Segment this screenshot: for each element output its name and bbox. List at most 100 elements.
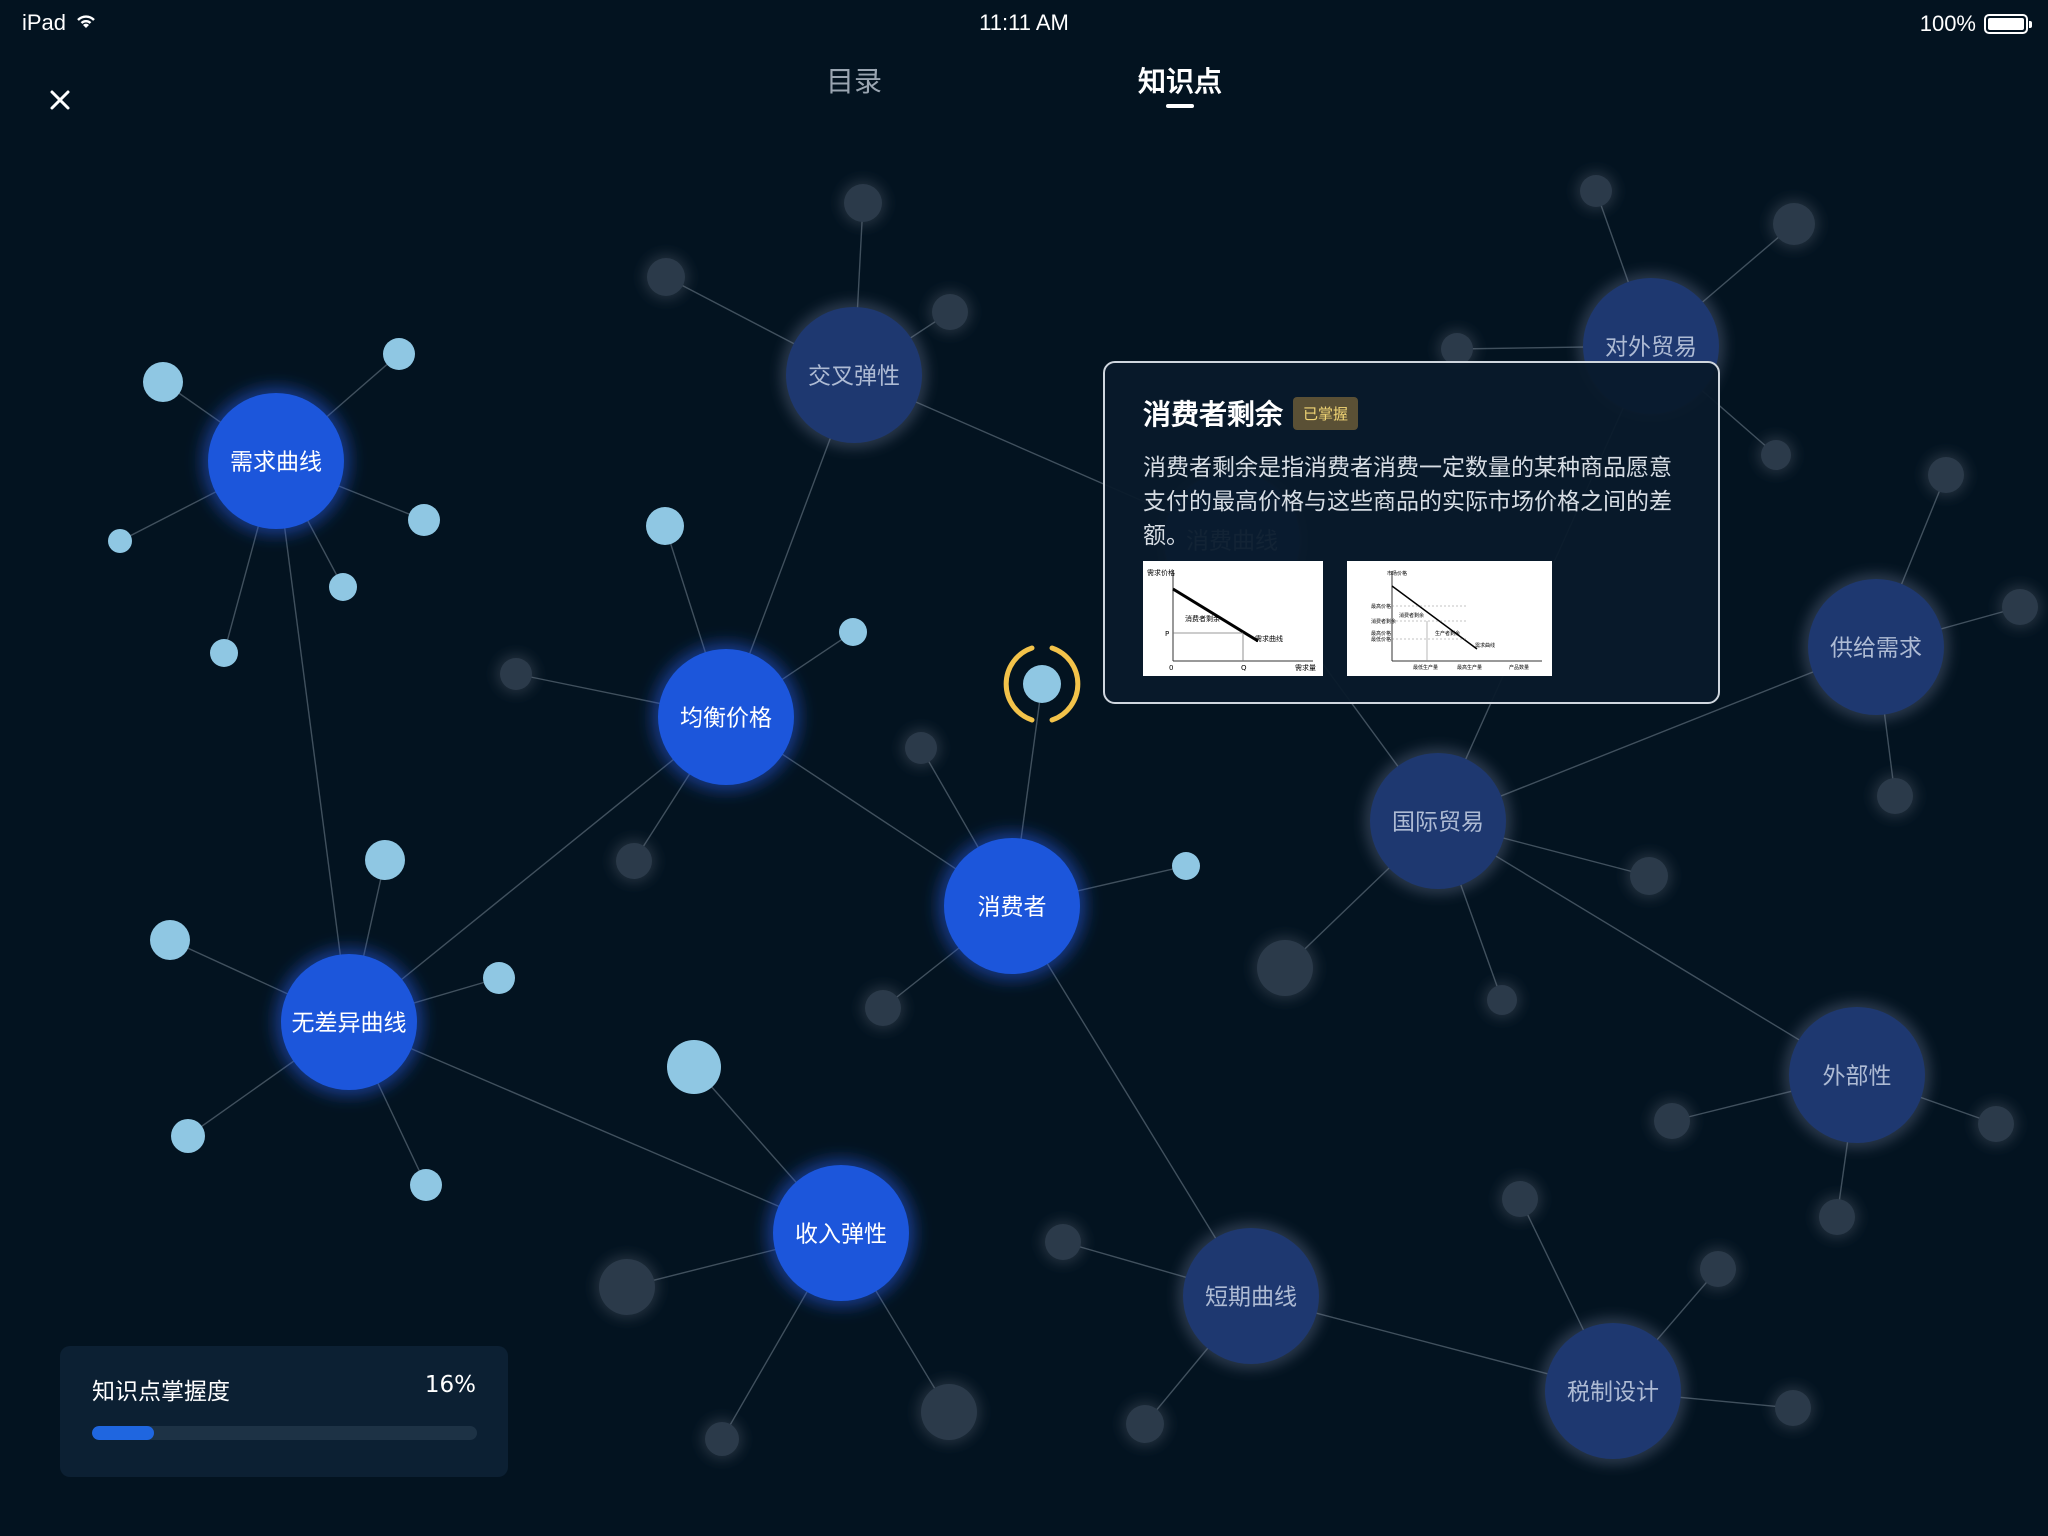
node-label: 消费者 [978,895,1047,921]
knowledge-node-indiff[interactable]: 无差异曲线 [275,948,423,1096]
leaf-node[interactable] [2002,589,2038,625]
mastery-percent: 16% [424,1372,476,1398]
leaf-node[interactable] [483,962,515,994]
diagram2-area-1: 消费者剩余 [1399,612,1424,619]
diagram2-xlabel-3: 产品数量 [1509,664,1529,671]
leaf-node[interactable] [844,184,882,222]
leaf-node[interactable] [905,732,937,764]
leaf-node[interactable] [1172,852,1200,880]
leaf-node[interactable] [1126,1405,1164,1443]
leaf-node[interactable] [1700,1251,1736,1287]
knowledge-node-supply[interactable]: 供给需求 [1802,573,1950,721]
diagram1-origin: 0 [1169,664,1173,672]
leaf-node[interactable] [932,294,968,330]
node-label: 收入弹性 [795,1222,887,1248]
knowledge-node-extern[interactable]: 外部性 [1783,1001,1931,1149]
leaf-node[interactable] [329,573,357,601]
leaf-node[interactable] [150,920,190,960]
knowledge-node-consumer[interactable]: 消费者 [938,832,1086,980]
diagram2-row-2: 消费者剩余 [1371,618,1396,625]
node-label: 国际贸易 [1392,810,1484,836]
leaf-node[interactable] [865,990,901,1026]
card-title: 消费者剩余 [1143,398,1284,431]
leaf-node[interactable] [1023,665,1061,703]
leaf-node[interactable] [408,504,440,536]
leaf-node[interactable] [365,840,405,880]
status-time: 11:11 AM [979,10,1069,35]
diagram2-row-4: 最低价格 [1371,636,1391,643]
consumer-surplus-diagram[interactable]: 需求价格 消费者剩余 需求曲线 P 0 Q 需求量 [1143,561,1323,676]
mastery-progress-fill [92,1426,154,1440]
leaf-node[interactable] [171,1119,205,1153]
leaf-node[interactable] [1257,940,1313,996]
diagram2-ylabel: 市场价格 [1387,570,1407,577]
leaf-node[interactable] [1502,1181,1538,1217]
knowledge-node-cross[interactable]: 交叉弹性 [780,301,928,449]
leaf-node[interactable] [143,362,183,402]
leaf-node[interactable] [1819,1199,1855,1235]
diagram2-curve-label: 需求曲线 [1475,642,1495,649]
status-bar: iPad 11:11 AM 100% [0,0,2048,44]
leaf-node[interactable] [210,639,238,667]
leaf-node[interactable] [1580,175,1612,207]
leaf-node[interactable] [616,843,652,879]
knowledge-node-income[interactable]: 收入弹性 [767,1159,915,1307]
diagram1-curve-label: 需求曲线 [1255,634,1283,643]
leaf-node[interactable] [1761,440,1791,470]
diagram1-p: P [1165,630,1169,638]
leaf-node[interactable] [647,258,685,296]
knowledge-node-equil[interactable]: 均衡价格 [652,643,800,791]
card-header: 消费者剩余 已掌握 [1143,393,1680,433]
leaf-node[interactable] [599,1259,655,1315]
diagram2-xlabel-2: 最高生产量 [1457,664,1482,671]
producer-surplus-diagram[interactable]: 市场价格 最高价格 消费者剩余 最高价格 最低价格 消费者剩余 生产者剩余 需求… [1347,561,1552,676]
leaf-node[interactable] [500,658,532,690]
leaf-node[interactable] [1978,1106,2014,1142]
knowledge-node-intl[interactable]: 国际贸易 [1364,747,1512,895]
leaf-node[interactable] [1487,985,1517,1015]
diagram2-row-3: 最高价格 [1371,630,1391,637]
leaf-node[interactable] [839,618,867,646]
leaf-node[interactable] [667,1040,721,1094]
knowledge-node-tax[interactable]: 税制设计 [1539,1317,1687,1465]
battery-percent: 100% [1919,11,1976,36]
card-description: 消费者剩余是指消费者消费一定数量的某种商品愿意支付的最高价格与这些商品的实际市场… [1143,455,1672,549]
diagram2-row-1: 最高价格 [1371,603,1391,610]
active-tab-indicator [1166,104,1194,108]
card-images: 需求价格 消费者剩余 需求曲线 P 0 Q 需求量 市场价格 最高价格 消费者剩… [1143,561,1552,676]
leaf-node[interactable] [1773,203,1815,245]
leaf-node[interactable] [921,1384,977,1440]
leaf-node[interactable] [383,338,415,370]
diagram2-area-2: 生产者剩余 [1435,630,1460,637]
leaf-node[interactable] [1775,1390,1811,1426]
knowledge-detail-card[interactable]: 消费者剩余 已掌握 消费者剩余是指消费者消费一定数量的某种商品愿意支付的最高价格… [1103,361,1720,704]
battery-icon [1984,14,2032,34]
node-label: 税制设计 [1567,1380,1659,1406]
leaf-node[interactable] [1045,1224,1081,1260]
leaf-node[interactable] [705,1422,739,1456]
diagram1-xlabel: 需求量 [1295,663,1316,672]
leaf-node[interactable] [410,1169,442,1201]
node-label: 供给需求 [1830,636,1922,662]
knowledge-node-demand[interactable]: 需求曲线 [202,387,350,535]
leaf-node[interactable] [1928,457,1964,493]
diagram1-ylabel: 需求价格 [1147,568,1175,577]
mastery-label: 知识点掌握度 [92,1379,230,1405]
leaf-node[interactable] [646,507,684,545]
node-label: 对外贸易 [1605,335,1697,361]
knowledge-node-short[interactable]: 短期曲线 [1177,1222,1325,1370]
node-label: 外部性 [1823,1064,1892,1090]
tab-knowledge-points[interactable]: 知识点 [1130,60,1230,100]
knowledge-graph: 交叉弹性对外贸易供给需求国际贸易外部性短期曲线税制设计消费曲线需求曲线均衡价格无… [108,171,2042,1465]
node-label: 无差异曲线 [292,1011,407,1037]
tab-toc[interactable]: 目录 [812,60,896,100]
diagram1-area-label: 消费者剩余 [1185,614,1220,623]
node-label: 需求曲线 [230,450,322,476]
leaf-node[interactable] [1877,778,1913,814]
leaf-node[interactable] [108,529,132,553]
graph-edge [275,460,350,1023]
graph-edge [348,1021,842,1234]
mastered-badge: 已掌握 [1293,396,1359,430]
leaf-node[interactable] [1654,1103,1690,1139]
leaf-node[interactable] [1630,857,1668,895]
